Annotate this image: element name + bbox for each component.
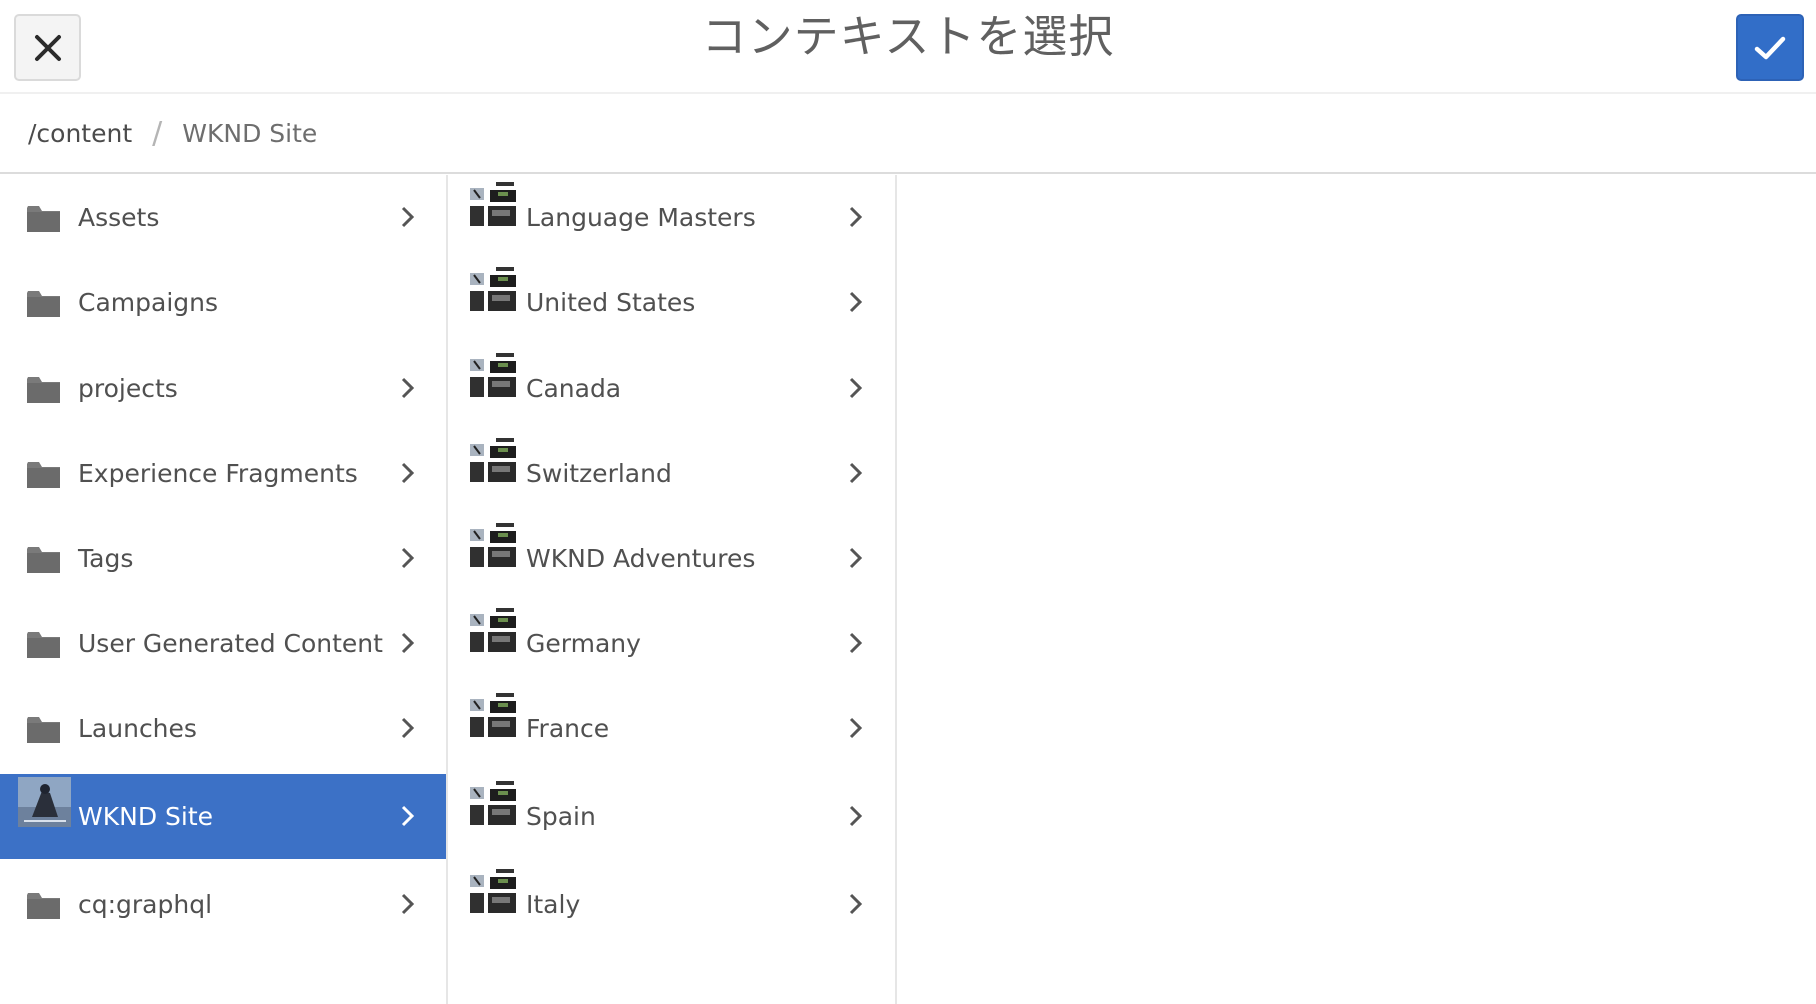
column-item-label: Launches [78, 714, 197, 743]
column-item-label: Italy [526, 890, 581, 919]
column-item-label: France [526, 714, 610, 743]
column-item-label: Germany [526, 629, 641, 658]
column-wknd-site: Language Masters United States Canada Sw… [448, 175, 897, 1004]
column-item-launches[interactable]: Launches [0, 686, 446, 771]
column-item-label: Spain [526, 802, 596, 831]
breadcrumb-current: WKND Site [182, 118, 318, 148]
folder-icon [27, 291, 60, 317]
page-thumbnail [468, 606, 518, 656]
column-item-label: United States [526, 288, 696, 317]
dialog-title: コンテキストを選択 [701, 10, 1115, 63]
column-item-wknd-site[interactable]: WKND Site [0, 774, 446, 859]
page-thumbnail [468, 180, 518, 230]
column-item-label: WKND Adventures [526, 544, 756, 573]
checkmark-icon [1754, 36, 1786, 59]
breadcrumb-root[interactable]: /content [28, 119, 132, 148]
site-thumbnail [18, 777, 71, 827]
chevron-right-icon [401, 206, 415, 228]
folder-icon [27, 547, 60, 573]
column-item-tags[interactable]: Tags [0, 516, 446, 601]
column-item-label: Assets [78, 203, 160, 232]
chevron-right-icon [849, 377, 863, 399]
chevron-right-icon [849, 291, 863, 313]
folder-icon [27, 717, 60, 743]
chevron-right-icon [849, 632, 863, 654]
column-item-cq-graphql[interactable]: cq:graphql [0, 862, 446, 947]
chevron-right-icon [401, 893, 415, 915]
chevron-right-icon [401, 632, 415, 654]
column-item-label: Campaigns [78, 288, 219, 317]
column-item-italy[interactable]: Italy [448, 862, 895, 947]
breadcrumb: /content / WKND Site [0, 94, 1816, 174]
column-item-canada[interactable]: Canada [448, 346, 895, 431]
column-item-campaigns[interactable]: Campaigns [0, 260, 446, 345]
column-item-label: cq:graphql [78, 890, 213, 919]
column-item-switzerland[interactable]: Switzerland [448, 431, 895, 516]
page-thumbnail [468, 691, 518, 741]
page-thumbnail [468, 779, 518, 829]
chevron-right-icon [401, 805, 415, 827]
column-item-wknd-adventures[interactable]: WKND Adventures [448, 516, 895, 601]
chevron-right-icon [849, 717, 863, 739]
column-item-label: WKND Site [78, 802, 214, 831]
column-item-language-masters[interactable]: Language Masters [448, 175, 895, 260]
page-thumbnail [468, 867, 518, 917]
folder-icon [27, 206, 60, 232]
page-thumbnail [468, 351, 518, 401]
chevron-right-icon [401, 717, 415, 739]
column-item-label: Switzerland [526, 459, 672, 488]
column-item-label: User Generated Content [78, 629, 383, 658]
folder-icon [27, 377, 60, 403]
dialog-header: コンテキストを選択 [0, 0, 1816, 94]
column-root: Assets Campaigns projects Experience Fra… [0, 175, 448, 1004]
chevron-right-icon [849, 462, 863, 484]
chevron-right-icon [849, 206, 863, 228]
column-item-user-generated-content[interactable]: User Generated Content [0, 601, 446, 686]
column-item-projects[interactable]: projects [0, 346, 446, 431]
select-button[interactable] [1736, 14, 1804, 81]
column-item-label: Experience Fragments [78, 459, 358, 488]
folder-icon [27, 462, 60, 488]
breadcrumb-separator: / [152, 115, 163, 151]
column-item-label: Language Masters [526, 203, 756, 232]
column-item-experience-fragments[interactable]: Experience Fragments [0, 431, 446, 516]
column-item-assets[interactable]: Assets [0, 175, 446, 260]
column-item-label: Canada [526, 374, 622, 403]
chevron-right-icon [401, 547, 415, 569]
chevron-right-icon [849, 547, 863, 569]
folder-icon [27, 632, 60, 658]
chevron-right-icon [401, 377, 415, 399]
page-thumbnail [468, 436, 518, 486]
chevron-right-icon [849, 805, 863, 827]
column-item-france[interactable]: France [448, 686, 895, 771]
chevron-right-icon [849, 893, 863, 915]
column-item-label: projects [78, 374, 178, 403]
page-thumbnail [468, 521, 518, 571]
column-item-germany[interactable]: Germany [448, 601, 895, 686]
column-item-label: Tags [78, 544, 134, 573]
chevron-right-icon [401, 462, 415, 484]
folder-icon [27, 893, 60, 919]
column-item-united-states[interactable]: United States [448, 260, 895, 345]
page-thumbnail [468, 265, 518, 315]
column-item-spain[interactable]: Spain [448, 774, 895, 859]
